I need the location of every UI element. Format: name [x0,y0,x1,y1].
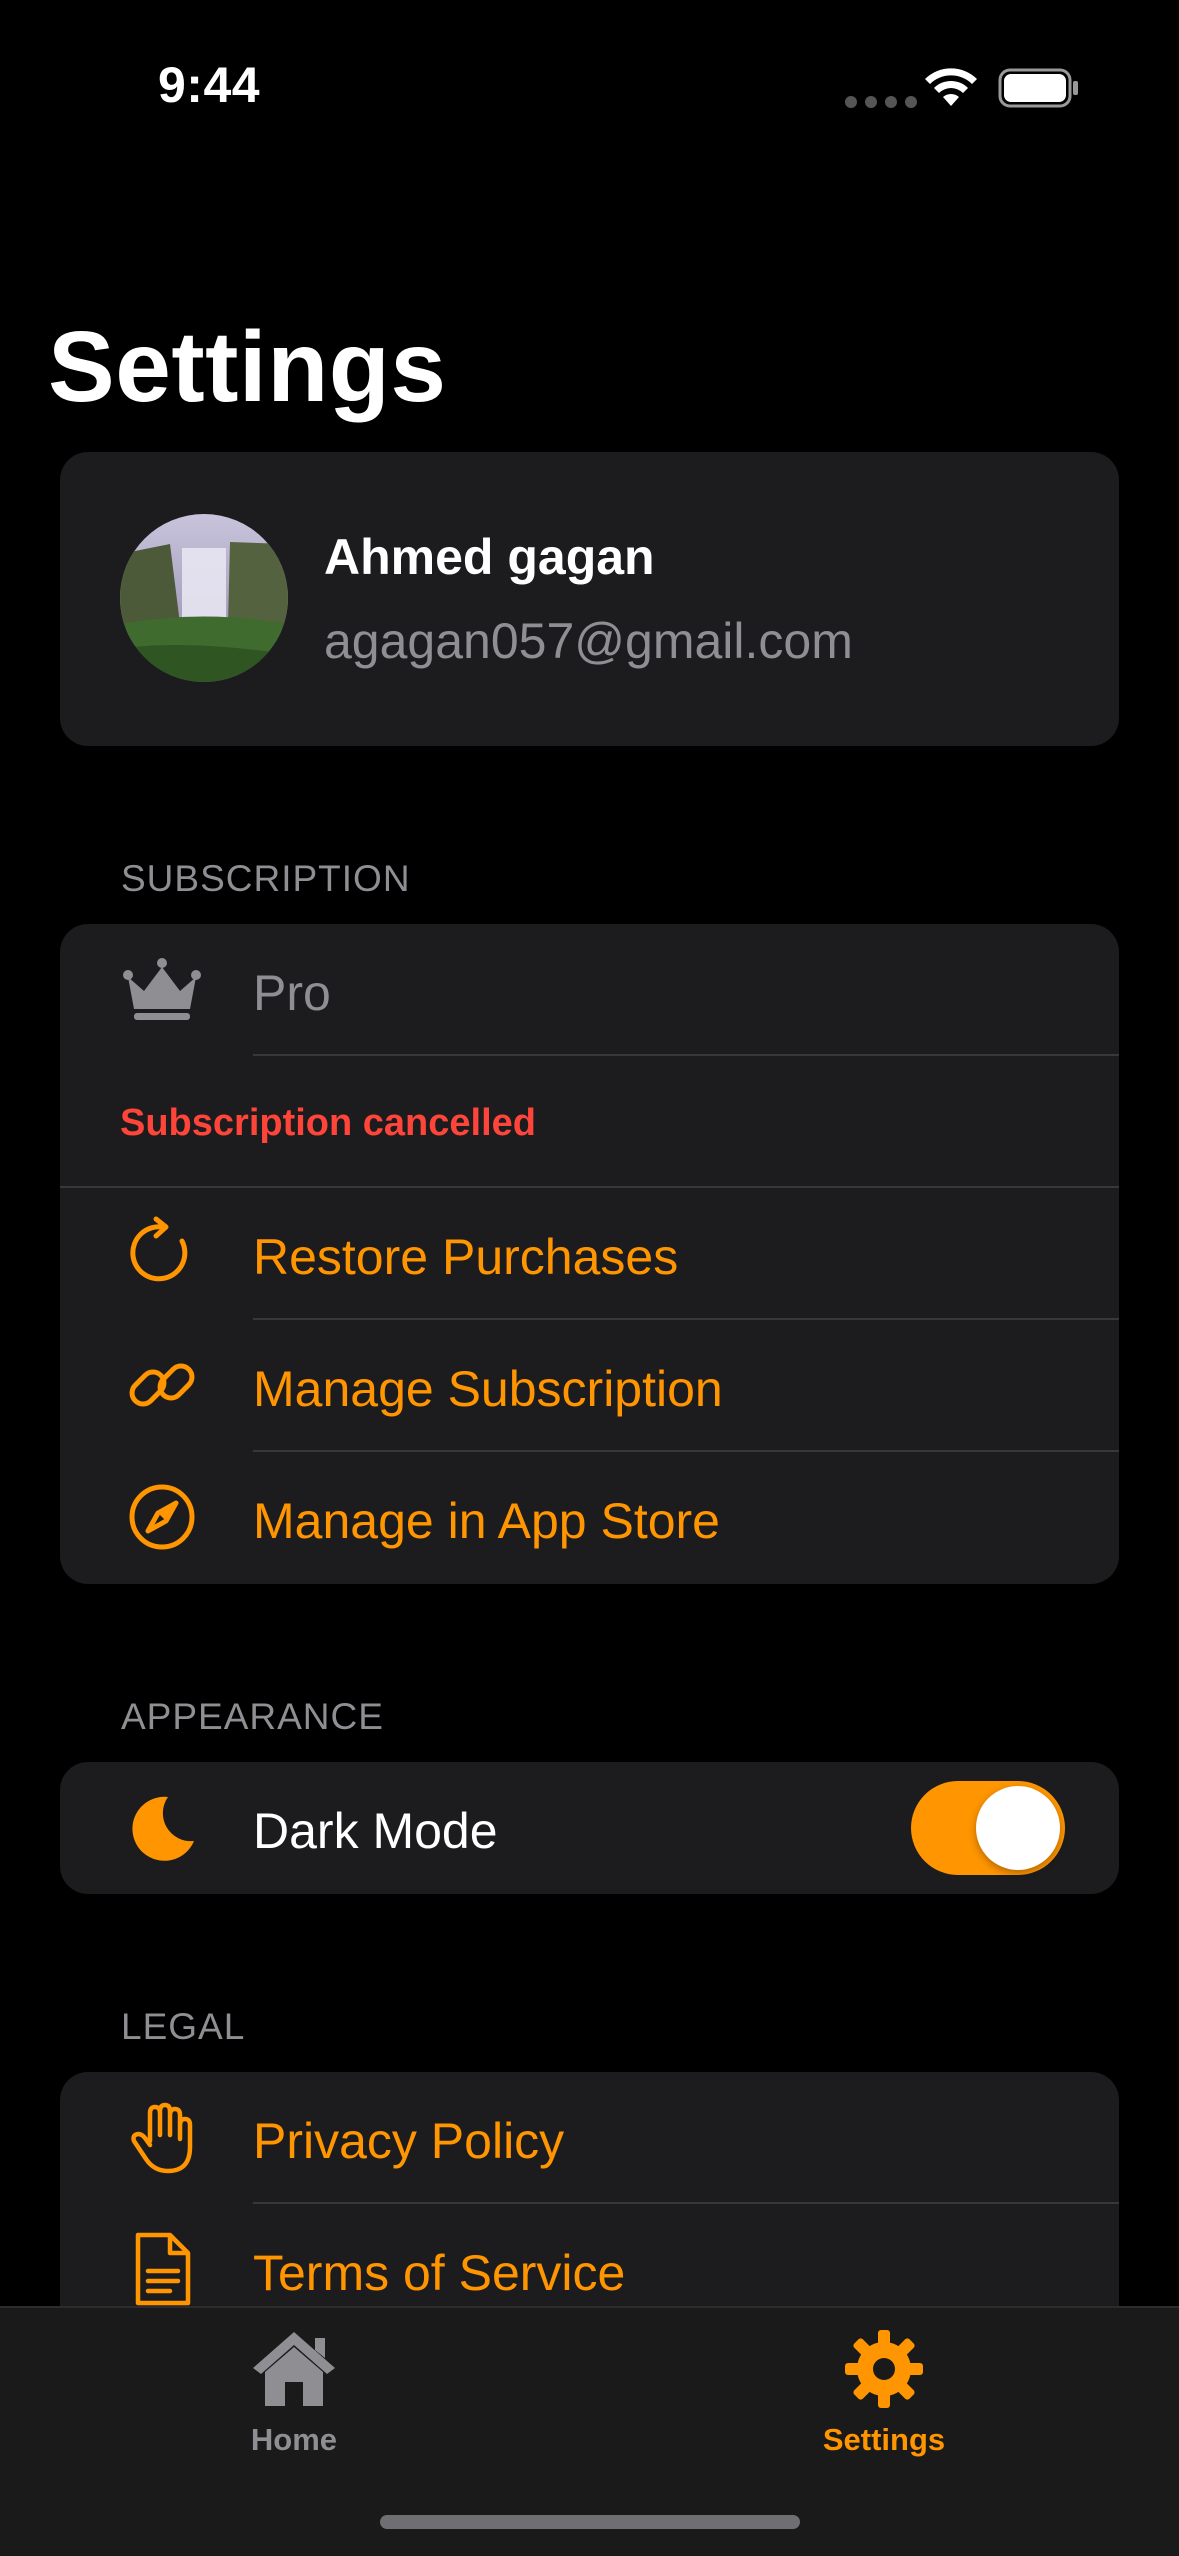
hand-icon [131,2102,193,2174]
restore-purchases-row[interactable]: Restore Purchases [60,1188,1119,1319]
appearance-card: Dark Mode [60,1762,1119,1894]
section-header-appearance: APPEARANCE [121,1696,384,1737]
tab-settings[interactable]: Settings [784,2324,984,2474]
profile-email: agagan057@gmail.com [324,613,853,669]
status-badge: Subscription cancelled [120,1102,536,1144]
avatar [120,514,288,682]
status-time: 9:44 [158,57,261,113]
subscription-plan-row: Pro [60,924,1119,1055]
profile-card[interactable]: Ahmed gagan agagan057@gmail.com [60,452,1119,746]
compass-icon [129,1484,195,1550]
privacy-policy-row[interactable]: Privacy Policy [60,2072,1119,2203]
cellular-signal-icon [845,96,917,108]
dark-mode-row: Dark Mode [60,1762,1119,1893]
battery-icon [998,68,1078,108]
terms-of-service-label: Terms of Service [253,2245,626,2301]
manage-app-store-label: Manage in App Store [253,1493,720,1549]
gear-icon [845,2330,923,2408]
manage-app-store-row[interactable]: Manage in App Store [60,1452,1119,1583]
manage-subscription-label: Manage Subscription [253,1361,723,1417]
plan-label: Pro [253,965,331,1021]
page-title: Settings [48,311,447,423]
restore-purchases-label: Restore Purchases [253,1229,679,1285]
crown-icon [123,958,201,1020]
restore-icon [130,1216,188,1282]
subscription-status-row: Subscription cancelled [60,1056,1119,1187]
privacy-policy-label: Privacy Policy [253,2113,565,2169]
document-icon [135,2232,191,2306]
manage-subscription-row[interactable]: Manage Subscription [60,1320,1119,1451]
section-header-legal: LEGAL [121,2006,246,2047]
home-icon [253,2332,335,2406]
profile-name: Ahmed gagan [324,529,655,585]
dark-mode-toggle[interactable] [911,1781,1065,1875]
section-header-subscription: SUBSCRIPTION [121,858,411,899]
settings-screen: 9:44 Settings Ahmed gagan agagan057@gmai… [0,0,1179,2556]
tab-home[interactable]: Home [194,2324,394,2474]
tab-settings-label: Settings [822,2422,946,2457]
tab-home-label: Home [250,2422,338,2457]
moon-icon [132,1796,194,1861]
dark-mode-label: Dark Mode [253,1803,498,1859]
subscription-card: Pro Subscription cancelled Restore Purch… [60,924,1119,1584]
wifi-icon [925,68,977,106]
link-icon [129,1363,195,1407]
toggle-knob [976,1786,1060,1870]
home-indicator[interactable] [380,2515,800,2529]
